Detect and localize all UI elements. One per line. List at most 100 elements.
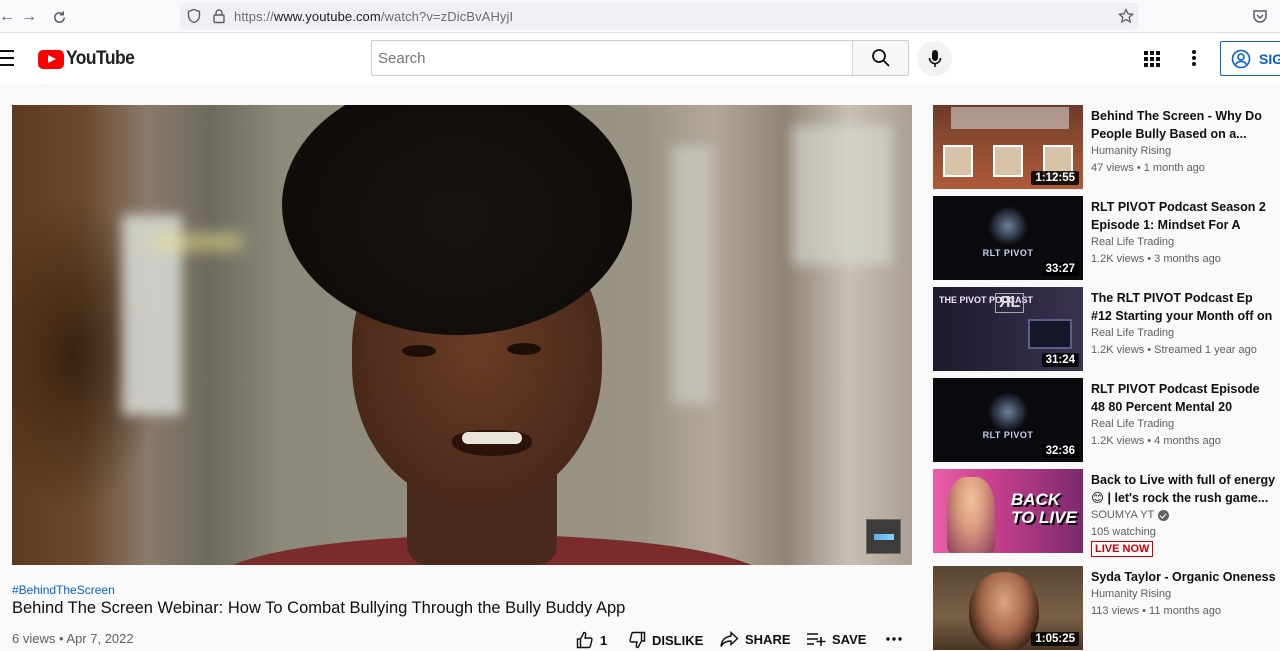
background-window	[672, 145, 712, 405]
search-box	[371, 40, 909, 76]
background-window	[792, 125, 892, 265]
person-teeth	[462, 432, 522, 444]
recommendation-item[interactable]: BACK TO LIVE Back to Live with full of e…	[933, 469, 1280, 557]
video-thumbnail[interactable]: 1:12:55	[933, 105, 1083, 189]
recommendation-item[interactable]: 1:05:25 Syda Taylor - Organic Oneness Hu…	[933, 566, 1280, 651]
video-stats: 47 views • 1 month ago	[1091, 162, 1205, 174]
channel-name[interactable]: Humanity Rising	[1091, 145, 1171, 157]
microphone-glow-icon	[988, 392, 1028, 432]
thumbnail-portrait	[993, 145, 1023, 177]
save-button[interactable]: SAVE	[806, 631, 866, 647]
channel-name[interactable]: Real Life Trading	[1091, 327, 1174, 339]
search-input[interactable]	[372, 41, 852, 75]
live-badge: LIVE NOW	[1091, 541, 1154, 557]
account-icon	[1231, 49, 1251, 68]
share-button[interactable]: SHARE	[720, 631, 791, 648]
logo-text: YouTube	[66, 48, 135, 69]
thumbnail-portrait	[943, 145, 973, 177]
video-stats: 1.2K views • Streamed 1 year ago	[1091, 344, 1257, 356]
forward-arrow-icon[interactable]: →	[18, 6, 40, 28]
rl-logo-icon: ЯL	[995, 293, 1025, 313]
back-arrow-icon[interactable]: ←	[0, 6, 18, 28]
recommendation-title[interactable]: Syda Taylor - Organic Oneness	[1091, 568, 1276, 586]
channel-watermark-icon[interactable]	[866, 519, 901, 554]
voice-search-button[interactable]	[917, 41, 952, 76]
person-eye	[402, 345, 436, 357]
share-label: SHARE	[745, 632, 791, 647]
video-stats: 113 views • 11 months ago	[1091, 605, 1222, 617]
save-label: SAVE	[832, 631, 867, 647]
video-stats: 1.2K views • 4 months ago	[1091, 435, 1221, 447]
thumbnail-person	[947, 477, 995, 553]
youtube-logo[interactable]: YouTube	[38, 48, 140, 70]
browser-toolbar: ← → https://www.youtube.com/watch?v=zDic…	[0, 0, 1280, 33]
channel-name[interactable]: Real Life Trading	[1091, 418, 1174, 430]
menu-icon[interactable]	[0, 50, 14, 66]
url-scheme: https://	[234, 9, 274, 24]
channel-name[interactable]: SOUMYA YT	[1091, 509, 1170, 521]
search-button[interactable]	[852, 41, 908, 75]
search-icon	[871, 49, 890, 67]
more-horiz-icon	[886, 637, 902, 641]
background-light	[152, 235, 242, 249]
recommendation-title[interactable]: The RLT PIVOT Podcast Ep #12 Starting yo…	[1091, 289, 1276, 325]
channel-name[interactable]: Humanity Rising	[1091, 588, 1171, 600]
pocket-icon[interactable]	[1252, 8, 1268, 24]
video-thumbnail[interactable]: BACK TO LIVE	[933, 469, 1083, 553]
video-duration: 1:05:25	[1031, 632, 1079, 646]
youtube-header: YouTube SIG	[0, 34, 1280, 84]
thumbnail-label: BACK TO LIVE	[1011, 490, 1077, 527]
recommendation-item[interactable]: RLT PIVOT 32:36 RLT PIVOT Podcast Episod…	[933, 378, 1280, 463]
bookmark-star-icon[interactable]	[1118, 8, 1134, 24]
video-stats: 105 watching	[1091, 526, 1156, 538]
video-duration: 31:24	[1041, 353, 1079, 367]
microphone-icon	[928, 49, 941, 67]
video-thumbnail[interactable]: RLT PIVOT 32:36	[933, 378, 1083, 462]
like-button[interactable]: 1	[576, 631, 607, 649]
url-host: www.youtube.com	[273, 9, 381, 24]
recommendation-title[interactable]: RLT PIVOT Podcast Episode 48 80 Percent …	[1091, 380, 1276, 416]
thumbnail-person	[969, 572, 1039, 650]
recommendation-title[interactable]: Behind The Screen - Why Do People Bully …	[1091, 107, 1276, 143]
youtube-play-icon	[38, 49, 64, 69]
video-hashtag[interactable]: #BehindTheScreen	[12, 583, 115, 597]
video-duration: 1:12:55	[1031, 171, 1079, 185]
apps-grid-icon[interactable]	[1144, 51, 1160, 67]
video-player[interactable]	[12, 105, 912, 565]
channel-name[interactable]: Real Life Trading	[1091, 236, 1174, 248]
person-eye	[507, 343, 541, 355]
url-path: /watch?v=zDicBvAHyjI	[380, 9, 514, 24]
thumbnail-banner	[951, 107, 1069, 129]
playlist-add-icon	[807, 633, 826, 646]
recommendation-title[interactable]: RLT PIVOT Podcast Season 2 Episode 1: Mi…	[1091, 198, 1276, 234]
lock-icon[interactable]	[212, 8, 226, 24]
channel-name-text: SOUMYA YT	[1091, 509, 1155, 521]
verified-icon	[1158, 509, 1170, 521]
address-bar[interactable]: https://www.youtube.com/watch?v=zDicBvAH…	[180, 3, 1138, 30]
recommendation-item[interactable]: RLT PIVOT 33:27 RLT PIVOT Podcast Season…	[933, 196, 1280, 281]
video-thumbnail[interactable]: 1:05:25	[933, 566, 1083, 650]
video-thumbnail[interactable]: THE PIVOT PODCAST ЯL 31:24	[933, 287, 1083, 371]
sign-in-button[interactable]: SIG	[1220, 41, 1280, 76]
thumbnail-label: RLT PIVOT	[982, 430, 1034, 440]
recommendation-item[interactable]: THE PIVOT PODCAST ЯL 31:24 The RLT PIVOT…	[933, 287, 1280, 372]
thumbs-down-icon	[629, 631, 646, 649]
recommendation-title[interactable]: Back to Live with full of energy 😊 | let…	[1091, 471, 1276, 507]
dislike-label: DISLIKE	[652, 632, 704, 648]
thumbnail-label: RLT PIVOT	[982, 248, 1034, 258]
video-meta: 6 views • Apr 7, 2022	[12, 631, 134, 646]
recommendation-item[interactable]: 1:12:55 Behind The Screen - Why Do Peopl…	[933, 105, 1280, 190]
shield-icon[interactable]	[186, 8, 202, 24]
more-vert-icon[interactable]	[1192, 50, 1196, 66]
url-text[interactable]: https://www.youtube.com/watch?v=zDicBvAH…	[234, 9, 513, 24]
reload-icon[interactable]	[48, 6, 70, 28]
like-count: 1	[600, 632, 608, 648]
dislike-button[interactable]: DISLIKE	[628, 631, 703, 649]
video-duration: 32:36	[1041, 444, 1079, 458]
more-actions-button[interactable]	[886, 637, 902, 641]
video-thumbnail[interactable]: RLT PIVOT 33:27	[933, 196, 1083, 280]
thumbs-up-icon	[576, 631, 593, 649]
laptop-icon	[1028, 319, 1072, 349]
microphone-glow-icon	[988, 206, 1028, 246]
video-duration: 33:27	[1041, 262, 1079, 276]
